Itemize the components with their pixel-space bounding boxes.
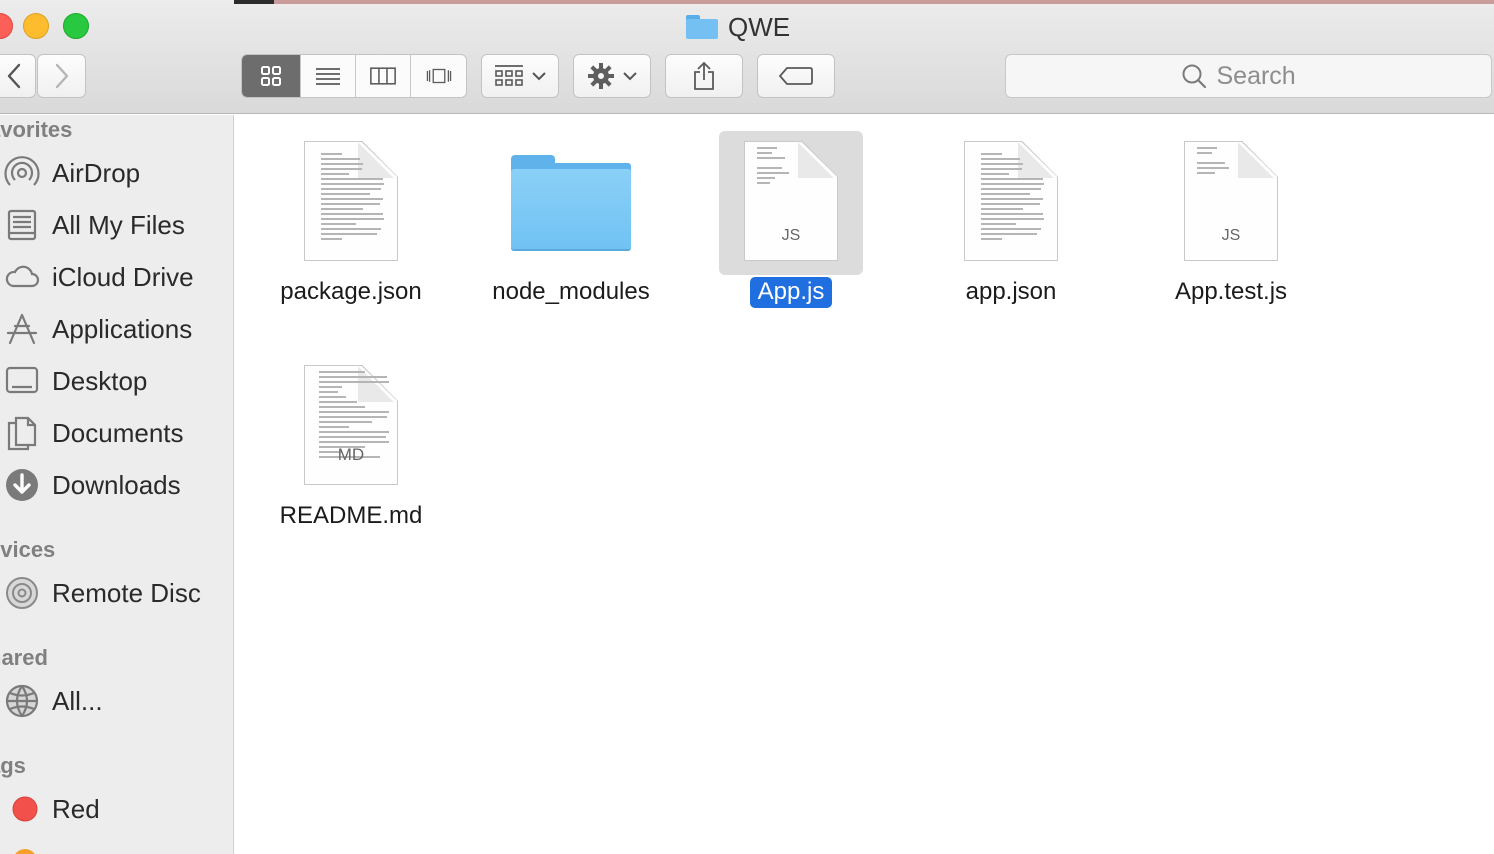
back-button[interactable] <box>0 54 36 98</box>
file-name: app.json <box>965 278 1057 305</box>
file-name: README.md <box>279 502 423 529</box>
sidebar-item-label: Downloads <box>52 469 181 500</box>
airdrop-icon <box>3 154 41 192</box>
sidebar-item-applications[interactable]: Applications <box>0 309 232 349</box>
disc-icon <box>3 574 41 612</box>
red-tag-dot-icon <box>3 790 41 828</box>
cloud-icon <box>3 258 41 296</box>
arrange-menu-button[interactable] <box>481 54 559 98</box>
file-item-app-test-js[interactable]: JS App.test.js <box>1121 123 1341 313</box>
window-title: QWE <box>686 12 790 42</box>
all-files-icon <box>3 206 41 244</box>
close-window-button[interactable] <box>0 13 13 39</box>
file-name: App.test.js <box>1174 278 1288 305</box>
sidebar-section-favorites: avorites <box>0 117 73 142</box>
share-icon <box>694 61 714 90</box>
sidebar-item-label: Remote Disc <box>52 577 201 608</box>
downloads-icon <box>3 466 41 504</box>
zoom-window-button[interactable] <box>63 13 89 39</box>
folder-icon <box>686 15 718 39</box>
tag-icon <box>778 67 813 85</box>
view-mode-control <box>241 54 467 98</box>
cover-flow-view-button[interactable] <box>411 55 466 97</box>
search-input[interactable] <box>1216 61 1317 91</box>
sidebar-item-all-my-files[interactable]: All My Files <box>0 205 232 245</box>
documents-icon <box>3 414 41 452</box>
sidebar-item-label: All... <box>52 685 103 716</box>
file-extension-label: MD <box>337 445 365 464</box>
sidebar-item-label: All My Files <box>52 209 185 240</box>
desktop-icon <box>3 362 41 400</box>
sidebar-item-remote-disc[interactable]: Remote Disc <box>0 573 232 613</box>
window-toolbar: QWE <box>0 0 1494 114</box>
file-item-node-modules[interactable]: node_modules <box>461 123 681 313</box>
top-strip <box>234 0 1494 4</box>
file-item-package-json[interactable]: package.json <box>241 123 461 313</box>
columns-icon <box>370 67 396 85</box>
sidebar-item-label: Documents <box>52 417 184 448</box>
sidebar-item-tag-red[interactable]: Red <box>0 789 232 829</box>
sidebar-item-all-shared[interactable]: All... <box>0 681 232 721</box>
chevron-down-icon <box>623 72 637 81</box>
minimize-window-button[interactable] <box>23 13 49 39</box>
list-icon <box>316 68 340 85</box>
sidebar-section-devices: evices <box>0 537 56 562</box>
sidebar-item-label: Applications <box>52 313 193 344</box>
sidebar-item-airdrop[interactable]: AirDrop <box>0 153 232 193</box>
network-icon <box>3 682 41 720</box>
tags-button[interactable] <box>757 54 835 98</box>
sidebar-item-documents[interactable]: Documents <box>0 413 232 453</box>
applications-icon <box>3 310 41 348</box>
file-item-app-js[interactable]: JS App.js <box>681 123 901 313</box>
search-field[interactable] <box>1005 54 1492 98</box>
file-item-app-json[interactable]: app.json <box>901 123 1121 313</box>
sidebar-item-label: AirDrop <box>52 157 141 188</box>
document-text-lines <box>981 153 1051 243</box>
sidebar-section-shared: hared <box>0 645 48 670</box>
file-extension-label: JS <box>1221 227 1241 244</box>
file-extension-label: JS <box>781 227 801 244</box>
search-icon <box>1182 64 1206 89</box>
cover-flow-icon <box>426 68 451 84</box>
chevron-down-icon <box>532 72 546 81</box>
file-name: package.json <box>280 278 422 305</box>
file-browser: package.json node_modules JS App.js app.… <box>235 115 1494 854</box>
icon-view-button[interactable] <box>242 55 301 97</box>
grid-icon <box>261 66 281 86</box>
list-view-button[interactable] <box>301 55 356 97</box>
sidebar-item-icloud-drive[interactable]: iCloud Drive <box>0 257 232 297</box>
file-name: App.js <box>749 277 833 308</box>
document-text-lines <box>321 153 391 243</box>
document-text-lines <box>757 147 827 237</box>
sidebar-item-tag-orange[interactable] <box>0 841 232 854</box>
file-name: node_modules <box>492 278 650 305</box>
sidebar: avorites AirDrop All My Files iCloud Dri… <box>0 115 234 854</box>
sidebar-item-label: Desktop <box>52 365 148 396</box>
arrange-grid-icon <box>495 65 523 86</box>
sidebar-item-desktop[interactable]: Desktop <box>0 361 232 401</box>
sidebar-item-downloads[interactable]: Downloads <box>0 465 232 505</box>
action-menu-button[interactable] <box>573 54 651 98</box>
forward-button[interactable] <box>37 54 86 98</box>
chevron-right-icon <box>55 63 68 89</box>
document-text-lines <box>1197 147 1267 237</box>
sidebar-section-tags: ags <box>0 753 26 778</box>
share-button[interactable] <box>665 54 743 98</box>
column-view-button[interactable] <box>356 55 411 97</box>
chevron-left-icon <box>7 63 21 89</box>
sidebar-item-label: iCloud Drive <box>52 261 194 292</box>
gear-icon <box>588 63 614 89</box>
window-title-text: QWE <box>728 11 791 42</box>
folder-icon <box>511 155 631 251</box>
sidebar-item-label: Red <box>52 793 100 824</box>
file-item-readme-md[interactable]: MD README.md <box>241 347 461 537</box>
orange-tag-dot-icon <box>3 842 41 854</box>
